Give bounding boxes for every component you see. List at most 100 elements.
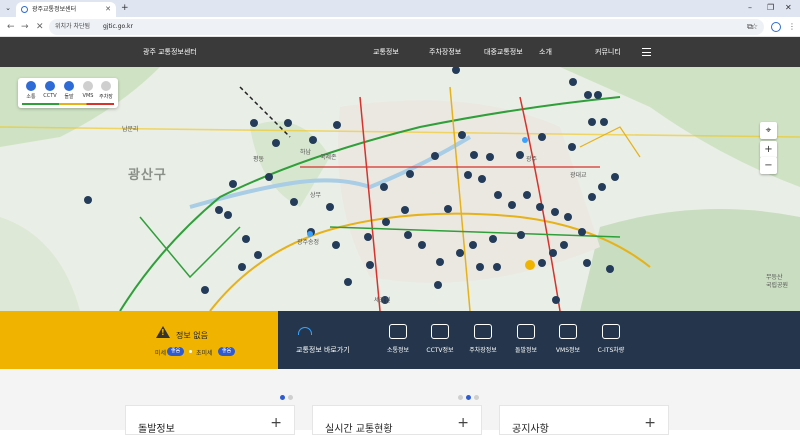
place-label: 상무 [310,192,322,199]
site-header: 광주 교통정보센터 교통정보 주차장정보 대중교통정보 소개 커뮤니티 [0,37,800,67]
expand-plus-icon[interactable]: + [457,416,469,430]
new-tab-button[interactable]: + [121,2,129,15]
separator-dot [189,350,192,353]
weather-alert-panel [0,311,278,369]
url-text[interactable]: gjtic.go.kr [103,19,133,35]
place-label: 국제존 [320,154,337,161]
map-layer-legend: 소통 CCTV 돌발 VMS 주차장 [18,78,118,108]
carousel-dot[interactable] [288,395,293,400]
site-favicon-icon [21,6,28,13]
card-title: 공지사항 [512,424,549,435]
forward-icon[interactable]: → [21,21,29,33]
parking-icon [101,81,111,91]
nav-parking-info[interactable]: 주차장정보 [429,37,461,67]
quick-link-vms[interactable]: VMS정보 [546,324,590,354]
quick-link-label: C-ITS차량 [597,347,625,354]
place-label: 남문리 [122,126,139,133]
vms-sign-icon [559,324,577,339]
close-tab-icon[interactable]: ✕ [105,2,111,17]
map-canvas [0,67,800,311]
layer-toggle-incident[interactable]: 돌발 [60,81,78,100]
incident-car-icon [517,324,535,339]
layer-toggle-traffic[interactable]: 소통 [22,81,40,100]
quick-link-traffic[interactable]: 소통정보 [376,324,420,354]
layer-toggle-cctv[interactable]: CCTV [41,81,59,99]
incident-icon [64,81,74,91]
carousel-dot[interactable] [474,395,479,400]
gauge-icon [298,327,312,335]
address-bar[interactable]: 위치가 차단됨 gjtic.go.kr ☆ [49,19,764,35]
carousel-dot[interactable] [458,395,463,400]
browser-tab-strip: ⌄ 광주교통정보센터 ✕ + – ❐ ✕ [0,0,800,17]
parking-icon [474,324,492,339]
nav-community[interactable]: 커뮤니티 [595,37,621,67]
traffic-map[interactable]: 광산구 남문리 평동 하남 국제존 광주 광주송정 무등산 국립공원 광대교 상… [0,67,800,311]
cctv-icon [45,81,55,91]
zoom-out-button[interactable]: − [760,157,777,174]
quick-link-parking[interactable]: 주차장정보 [461,324,505,354]
site-info-chip[interactable]: 위치가 차단됨 [55,19,90,35]
quick-link-label: CCTV정보 [426,347,454,354]
vms-icon [83,81,93,91]
layer-label: VMS [82,93,94,99]
cctv-camera-icon [431,324,449,339]
site-logo[interactable]: 광주 교통정보센터 [143,37,197,67]
browser-tab[interactable]: 광주교통정보센터 ✕ [16,2,116,17]
nav-traffic-info[interactable]: 교통정보 [373,37,399,67]
layer-label: CCTV [43,93,57,99]
quick-link-label: 주차장정보 [469,347,497,354]
minimize-icon[interactable]: – [748,2,752,14]
place-label: 국립공원 [766,282,789,289]
alert-title: 정보 없음 [176,331,208,340]
carousel-dot-active[interactable] [466,395,471,400]
nav-about[interactable]: 소개 [539,37,552,67]
quick-link-label: 소통정보 [386,347,410,354]
profile-avatar-icon[interactable] [771,22,781,32]
card-realtime-traffic[interactable]: 실시간 교통현황 + [312,405,482,435]
carousel-dot-active[interactable] [280,395,285,400]
quick-link-incident[interactable]: 돌발정보 [504,324,548,354]
close-window-icon[interactable]: ✕ [785,2,792,14]
card-title: 돌발정보 [138,424,175,435]
restore-icon[interactable]: ❐ [767,2,774,14]
place-label: 광주 [526,156,538,163]
address-toolbar: ← → ✕ 위치가 차단됨 gjtic.go.kr ☆ ⧉ ⋮ [0,17,800,37]
district-label: 광산구 [128,168,167,183]
traffic-icon [26,81,36,91]
ultra-fine-dust-label: 초미세 [196,350,213,357]
connected-car-icon [602,324,620,339]
back-icon[interactable]: ← [7,21,15,33]
warning-icon [156,326,170,338]
tab-search-button[interactable]: ⌄ [3,3,13,13]
place-label: 세광원 [374,297,391,304]
fine-dust-badge: 좋음 [167,347,185,356]
browser-menu-icon[interactable]: ⋮ [788,21,796,33]
layer-toggle-parking[interactable]: 주차장 [97,81,115,100]
place-label: 하남 [300,149,312,156]
extensions-icon[interactable]: ⧉ [747,21,753,33]
stop-loading-icon[interactable]: ✕ [36,21,44,33]
quick-link-label: 돌발정보 [514,347,538,354]
ultra-fine-dust-badge: 좋음 [218,347,236,356]
zoom-in-button[interactable]: + [760,141,777,158]
place-label: 평동 [253,156,265,163]
place-label: 광주송정 [297,239,320,246]
layer-toggle-vms[interactable]: VMS [79,81,97,99]
expand-plus-icon[interactable]: + [644,416,656,430]
card-incidents[interactable]: 돌발정보 + [125,405,295,435]
layer-label: 돌발 [64,94,74,100]
my-location-icon[interactable]: ⌖ [760,122,777,139]
layer-label: 주차장 [99,94,113,100]
nav-public-transit[interactable]: 대중교통정보 [484,37,523,67]
layer-label: 소통 [26,94,36,100]
traffic-speed-scale [22,103,114,105]
tab-title: 광주교통정보센터 [32,6,77,13]
expand-plus-icon[interactable]: + [270,416,282,430]
traffic-car-icon [389,324,407,339]
card-notices[interactable]: 공지사항 + [499,405,669,435]
hamburger-menu-icon[interactable] [642,48,651,56]
quick-link-cctv[interactable]: CCTV정보 [418,324,462,354]
card-title: 실시간 교통현황 [325,424,393,435]
quick-links-title: 교통정보 바로가기 [296,346,350,354]
quick-link-cits[interactable]: C-ITS차량 [589,324,633,354]
